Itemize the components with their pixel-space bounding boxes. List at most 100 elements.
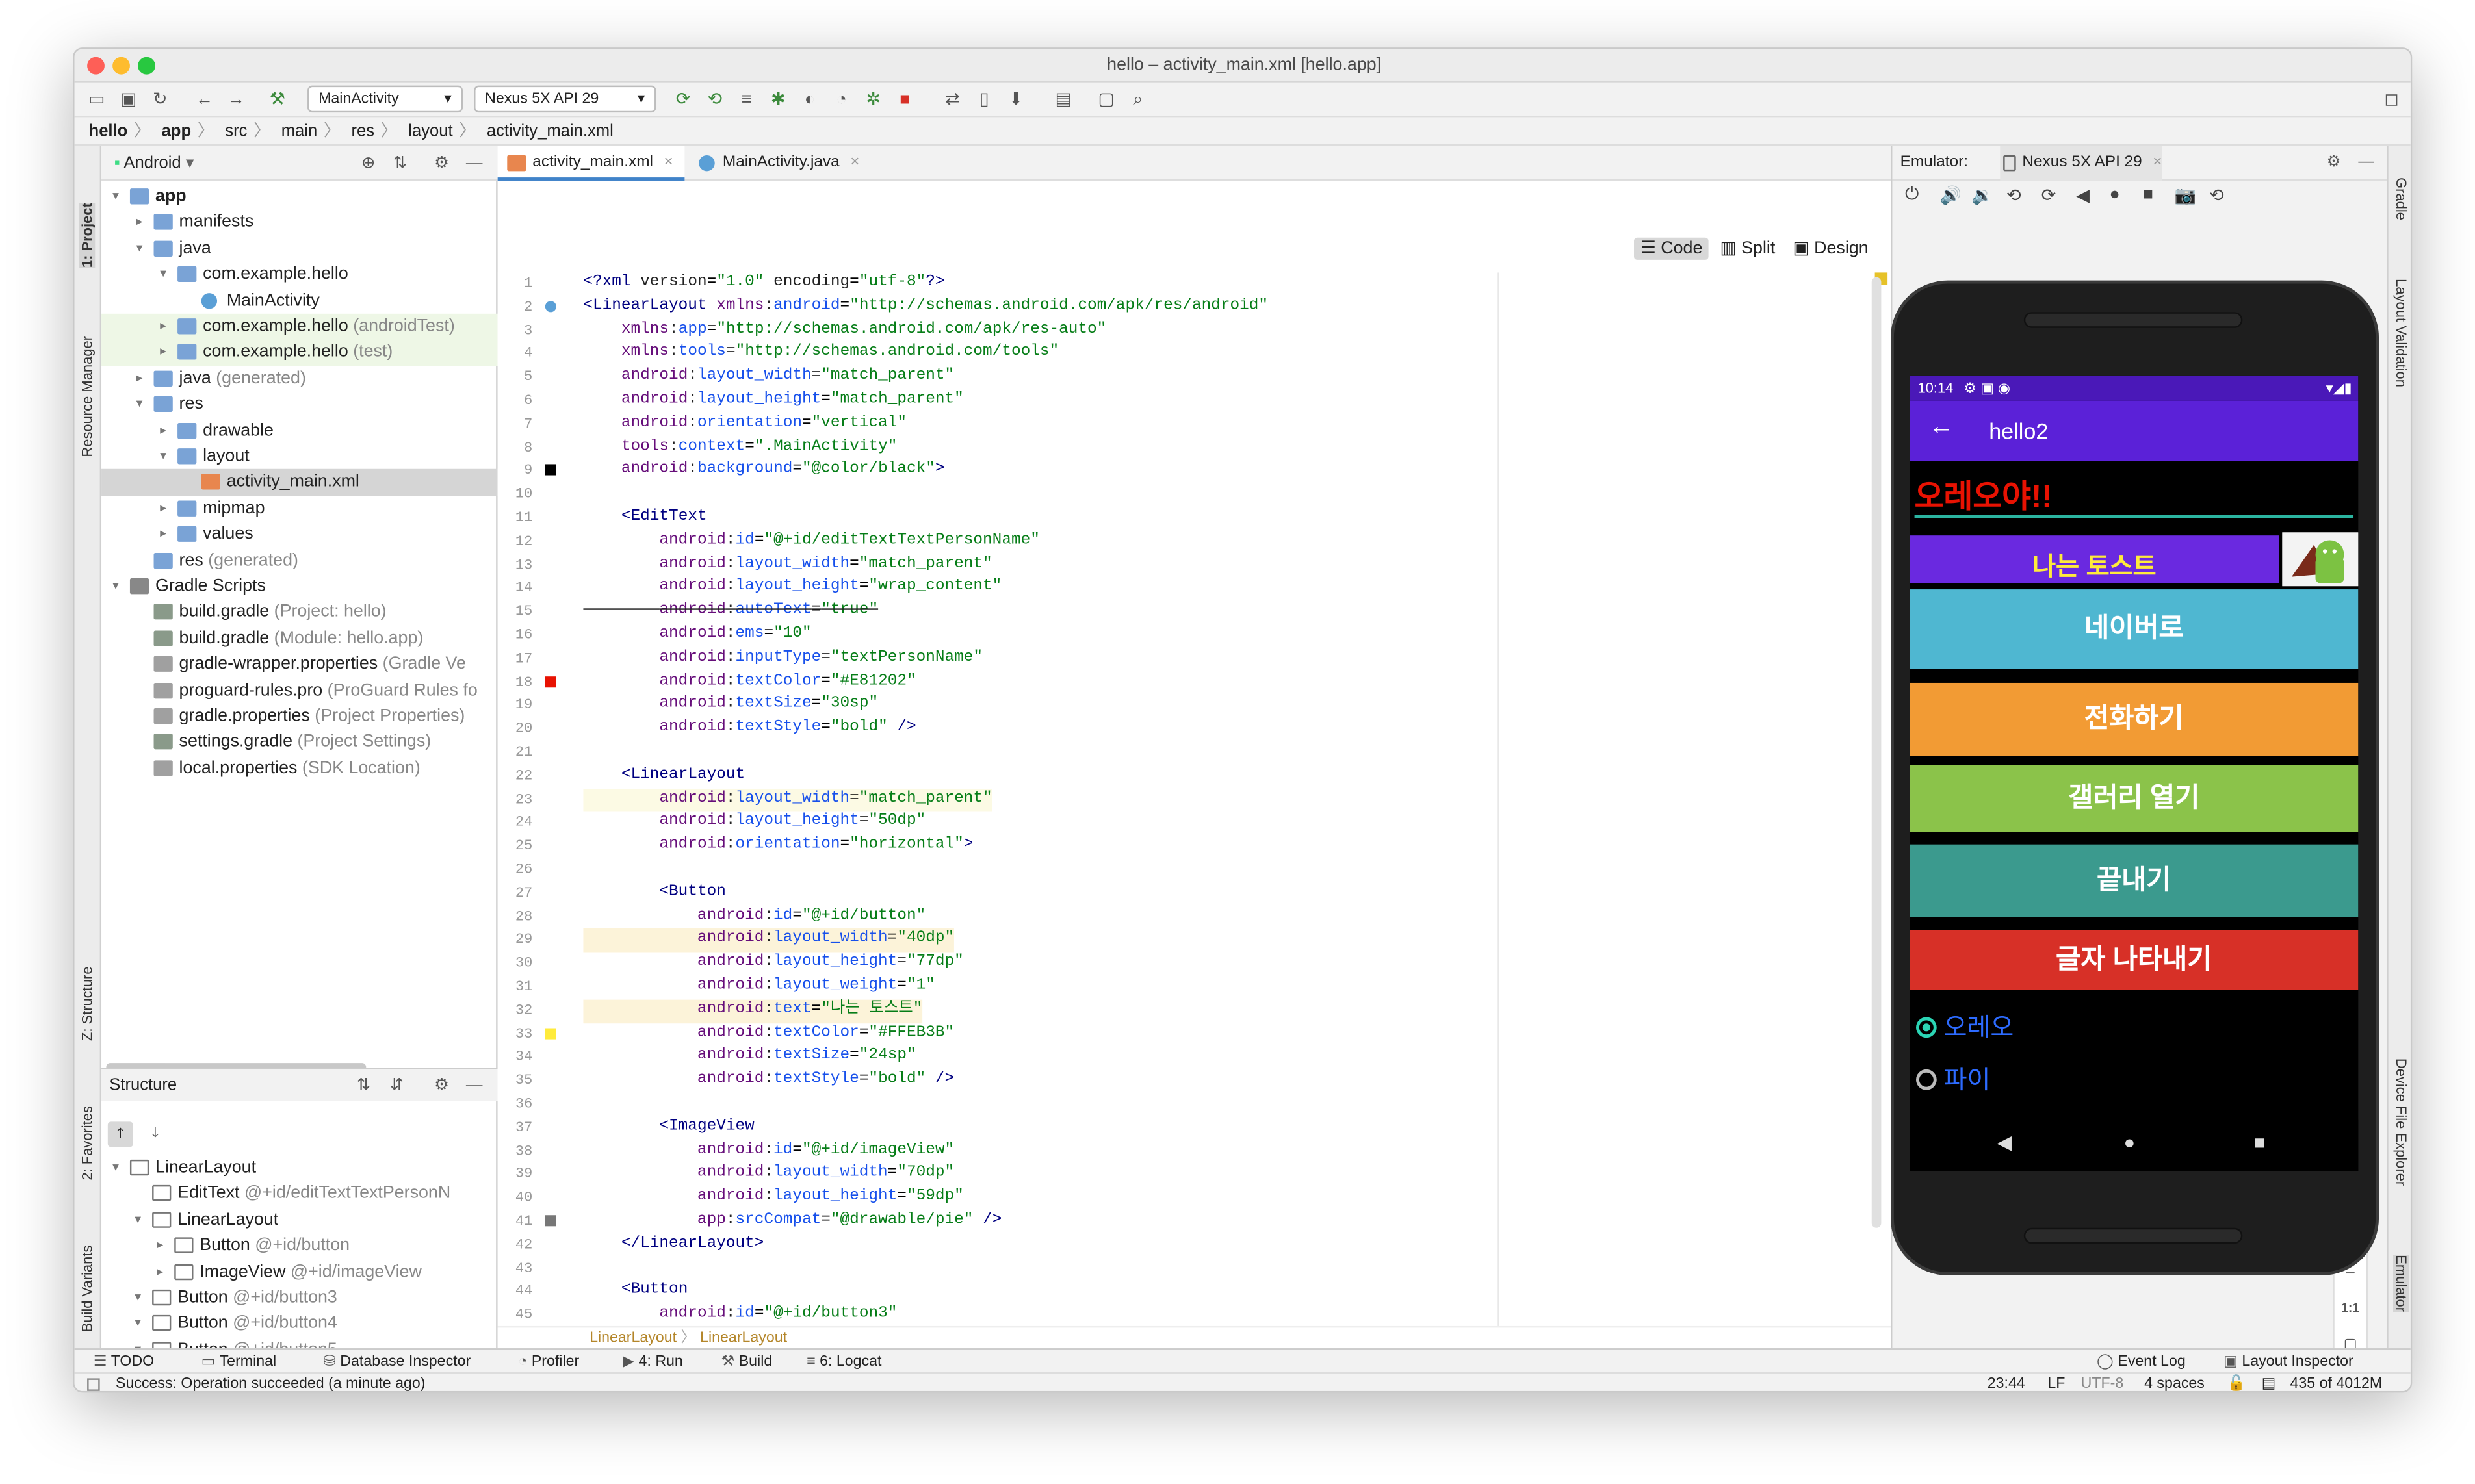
tree-expand-icon[interactable]: ▸ bbox=[131, 210, 147, 235]
open-folder-icon[interactable]: ▭ bbox=[84, 87, 109, 112]
navigate-icon[interactable]: ⤒ bbox=[107, 1121, 133, 1147]
project-tree-item[interactable]: activity_main.xml bbox=[101, 469, 498, 496]
code-line[interactable]: <EditText bbox=[583, 507, 707, 530]
tool-window-button[interactable]: ≡ 6: Logcat bbox=[807, 1350, 881, 1374]
code-line[interactable]: <Button bbox=[583, 882, 725, 906]
tool-window-button[interactable]: ◯ Event Log bbox=[2097, 1350, 2186, 1374]
breadcrumb-item[interactable]: activity_main.xml bbox=[487, 122, 614, 141]
vertical-scrollbar[interactable] bbox=[1871, 277, 1882, 1228]
project-tree-item[interactable]: ▾ java bbox=[101, 236, 498, 262]
code-line[interactable]: android:inputType="textPersonName" bbox=[583, 648, 983, 671]
tool-window-button[interactable]: ▶ 4: Run bbox=[623, 1350, 683, 1374]
forward-icon[interactable]: → bbox=[224, 87, 249, 112]
code-line[interactable]: android:orientation="vertical" bbox=[583, 413, 907, 437]
project-tree-item[interactable]: ▾ com.example.hello bbox=[101, 262, 498, 288]
sync-icon[interactable]: ↻ bbox=[148, 87, 173, 112]
layout-validation-tool-tab[interactable]: Layout Validation bbox=[2393, 279, 2409, 387]
emulator-tool-tab[interactable]: Emulator bbox=[2392, 1255, 2409, 1312]
editor-breadcrumb-item[interactable]: LinearLayout bbox=[590, 1329, 677, 1347]
project-tree-item[interactable]: gradle.properties (Project Properties) bbox=[101, 704, 498, 730]
code-line[interactable]: <LinearLayout bbox=[583, 765, 745, 788]
minimize-window-button[interactable] bbox=[112, 57, 130, 75]
color-gutter-icon[interactable] bbox=[545, 465, 556, 476]
tree-expand-icon[interactable]: ▾ bbox=[130, 1311, 146, 1337]
breadcrumb-item[interactable]: main bbox=[281, 122, 318, 141]
code-line[interactable]: <ImageView bbox=[583, 1117, 754, 1140]
tree-expand-icon[interactable]: ▾ bbox=[108, 184, 123, 209]
code-line[interactable]: android:layout_height="50dp" bbox=[583, 812, 926, 835]
structure-tree-item[interactable]: ▸ Button @+id/button bbox=[101, 1233, 498, 1259]
code-line[interactable]: <LinearLayout xmlns:android="http://sche… bbox=[583, 296, 1268, 319]
close-icon[interactable]: × bbox=[850, 154, 859, 172]
code-line[interactable]: app:srcCompat="@drawable/pie" /> bbox=[583, 1210, 1002, 1234]
run-config-icon[interactable]: ≡ bbox=[734, 87, 759, 112]
code-line[interactable]: android:layout_height="59dp" bbox=[583, 1187, 964, 1210]
breadcrumb-item[interactable]: hello bbox=[89, 122, 128, 141]
close-icon[interactable]: × bbox=[664, 154, 673, 172]
close-window-button[interactable] bbox=[87, 57, 105, 75]
code-line[interactable]: android:textColor="#E81202" bbox=[583, 671, 916, 695]
project-tree-item[interactable]: ▸ mipmap bbox=[101, 496, 498, 522]
power-icon[interactable]: ⏻ bbox=[1905, 185, 1919, 206]
project-tree-item[interactable]: ▸ com.example.hello (androidTest) bbox=[101, 313, 498, 340]
apply-code-changes-icon[interactable]: ⟲ bbox=[702, 87, 727, 112]
overview-icon[interactable]: ■ bbox=[2143, 185, 2153, 204]
tree-expand-icon[interactable]: ▾ bbox=[131, 236, 147, 261]
phone-action-button[interactable]: 끝내기 bbox=[1910, 844, 2359, 917]
structure-tree-item[interactable]: ▾ Button @+id/button4 bbox=[101, 1311, 498, 1337]
profile-icon[interactable]: ◔ bbox=[829, 87, 854, 112]
code-line[interactable]: <?xml version="1.0" encoding="utf-8"?> bbox=[583, 272, 944, 296]
code-line[interactable]: android:layout_height="wrap_content" bbox=[583, 578, 1002, 601]
coverage-icon[interactable]: ◐ bbox=[797, 87, 823, 112]
save-icon[interactable]: ▣ bbox=[116, 87, 141, 112]
home-icon[interactable]: ● bbox=[2110, 185, 2120, 204]
memory-indicator[interactable]: 435 of 4012M bbox=[2290, 1374, 2382, 1391]
snapshot-icon[interactable]: ⟲ bbox=[2209, 185, 2223, 206]
terminal-icon[interactable]: ▢ bbox=[1093, 87, 1119, 112]
favorites-tool-tab[interactable]: 2: Favorites bbox=[79, 1106, 95, 1181]
phone-action-button[interactable]: 갤러리 열기 bbox=[1910, 765, 2359, 832]
code-line[interactable]: android:autoText="true" bbox=[583, 601, 878, 624]
tree-expand-icon[interactable]: ▸ bbox=[152, 1233, 168, 1259]
nav-back-icon[interactable]: ◀ bbox=[1997, 1131, 2012, 1153]
stop-icon[interactable]: ■ bbox=[892, 87, 918, 112]
avd-manager-icon[interactable]: ▯ bbox=[972, 87, 997, 112]
hide-icon[interactable]: — bbox=[466, 1069, 483, 1101]
structure-tree-item[interactable]: ▾ LinearLayout bbox=[101, 1207, 498, 1233]
hammer-icon[interactable]: ⚒ bbox=[265, 87, 290, 112]
tab-activity-main[interactable]: activity_main.xml × bbox=[497, 146, 685, 181]
code-line[interactable]: android:ems="10" bbox=[583, 624, 811, 648]
sort-icon[interactable]: ⇅ bbox=[357, 1069, 370, 1101]
code-line[interactable]: <Button bbox=[583, 1281, 688, 1304]
attach-debugger-icon[interactable]: ✲ bbox=[861, 87, 886, 112]
tool-window-button[interactable]: ◔ Profiler bbox=[518, 1350, 579, 1374]
project-tree-item[interactable]: build.gradle (Module: hello.app) bbox=[101, 626, 498, 652]
debug-icon[interactable]: ✱ bbox=[766, 87, 791, 112]
status-toggle-icon[interactable] bbox=[87, 1378, 100, 1391]
file-encoding[interactable]: UTF-8 bbox=[2081, 1374, 2124, 1391]
tree-expand-icon[interactable]: ▾ bbox=[108, 1155, 123, 1181]
back-icon[interactable]: ◀ bbox=[2076, 185, 2090, 206]
project-tree-item[interactable]: ▸ drawable bbox=[101, 418, 498, 444]
structure-tree-item[interactable]: ▾ LinearLayout bbox=[101, 1155, 498, 1181]
maximize-window-button[interactable] bbox=[138, 57, 155, 75]
project-tree-item[interactable]: ▸ java (generated) bbox=[101, 366, 498, 392]
collapse-icon[interactable]: ⇅ bbox=[393, 146, 407, 181]
phone-action-button[interactable]: 네이버로 bbox=[1910, 589, 2359, 669]
breadcrumb-item[interactable]: src bbox=[225, 122, 247, 141]
code-line[interactable]: android:layout_weight="1" bbox=[583, 976, 935, 999]
search-icon[interactable]: ⌕ bbox=[1125, 87, 1150, 112]
build-variants-tool-tab[interactable]: Build Variants bbox=[79, 1246, 95, 1333]
sdk-manager-icon[interactable]: ⬇ bbox=[1004, 87, 1029, 112]
code-line[interactable]: android:textColor="#FFEB3B" bbox=[583, 1023, 954, 1046]
project-tree-item[interactable]: proguard-rules.pro (ProGuard Rules fo bbox=[101, 678, 498, 704]
apply-changes-icon[interactable]: ⟳ bbox=[670, 87, 695, 112]
tree-expand-icon[interactable]: ▸ bbox=[155, 522, 171, 547]
code-line[interactable]: android:layout_height="77dp" bbox=[583, 953, 964, 976]
project-tree-item[interactable]: ▸ manifests bbox=[101, 210, 498, 236]
tree-expand-icon[interactable]: ▸ bbox=[155, 418, 171, 443]
gear-icon[interactable]: ⚙ bbox=[2327, 146, 2341, 181]
device-select[interactable]: Nexus 5X API 29 ▾ bbox=[474, 85, 656, 113]
project-tree-item[interactable]: gradle-wrapper.properties (Gradle Ve bbox=[101, 652, 498, 678]
design-mode-button[interactable]: ▣ Design bbox=[1787, 238, 1875, 260]
